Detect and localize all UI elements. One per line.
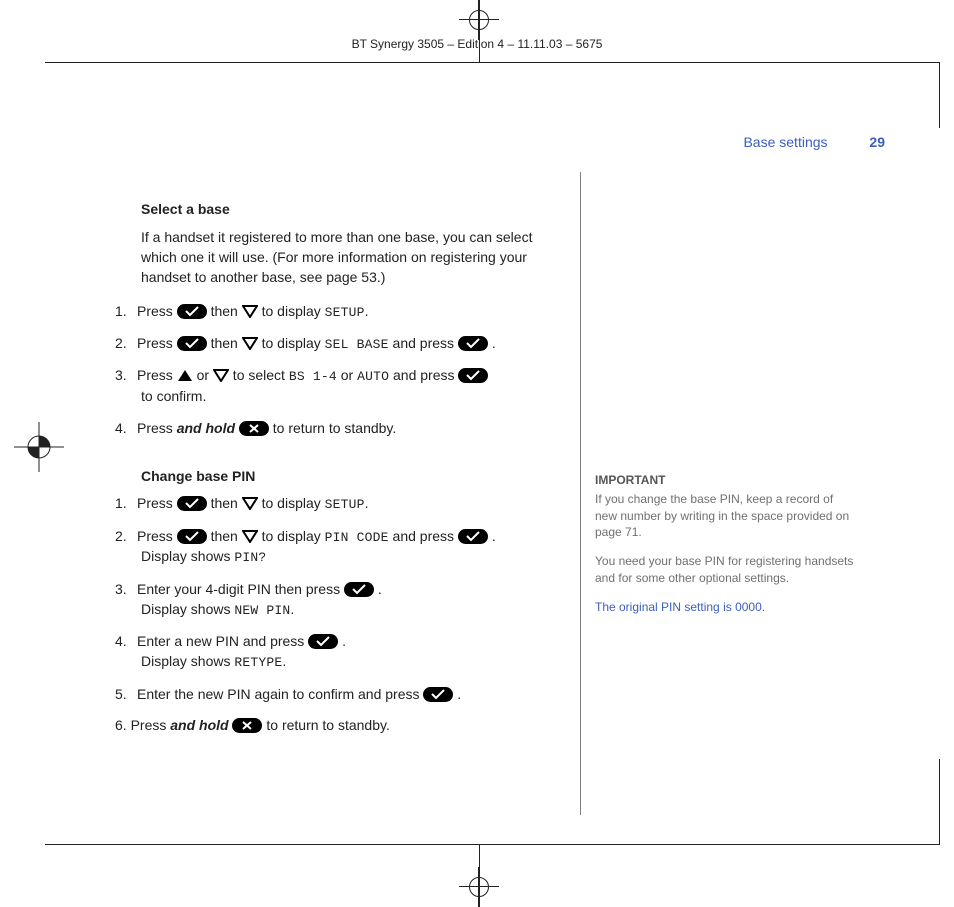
section-name: Base settings (743, 134, 827, 150)
intro-text: If a handset it registered to more than … (141, 228, 565, 288)
step: 3.Press or to select BS 1-4 or AUTO and … (115, 366, 565, 406)
ok-button-icon (308, 634, 338, 649)
step: 4.Press and hold to return to standby. (115, 419, 565, 439)
step: 2.Press then to display SEL BASE and pre… (115, 334, 565, 354)
registration-mark-icon (459, 0, 499, 40)
ok-button-icon (458, 368, 488, 383)
step: 2.Press then to display PIN CODE and pre… (115, 527, 565, 568)
down-arrow-icon (242, 336, 258, 349)
running-head: Base settings 29 (743, 134, 885, 150)
step: 1.Press then to display SETUP. (115, 494, 565, 514)
document-header: BT Synergy 3505 – Edition 4 – 11.11.03 –… (0, 37, 954, 51)
step: 4.Enter a new PIN and press .Display sho… (115, 632, 565, 672)
trim-line (939, 62, 940, 128)
down-arrow-icon (242, 304, 258, 317)
ok-button-icon (423, 687, 453, 702)
heading-change-pin: Change base PIN (141, 467, 565, 487)
sidebar-heading: IMPORTANT (595, 472, 855, 489)
heading-select-base: Select a base (141, 200, 565, 220)
ok-button-icon (458, 529, 488, 544)
ok-button-icon (177, 496, 207, 511)
down-arrow-icon (242, 529, 258, 542)
page-content: Base settings 29 Select a base If a hand… (45, 62, 939, 845)
step: 5.Enter the new PIN again to confirm and… (115, 685, 565, 705)
trim-line (939, 759, 940, 845)
registration-mark-icon (459, 867, 499, 907)
down-arrow-icon (242, 496, 258, 509)
cancel-button-icon (239, 421, 269, 436)
down-arrow-icon (213, 368, 229, 381)
step: 3.Enter your 4-digit PIN then press .Dis… (115, 580, 565, 620)
up-arrow-icon (177, 368, 193, 381)
ok-button-icon (177, 336, 207, 351)
main-column: Select a base If a handset it registered… (115, 182, 565, 748)
ok-button-icon (177, 529, 207, 544)
sidebar-pin-default: The original PIN setting is 0000. (595, 599, 855, 616)
ok-button-icon (344, 582, 374, 597)
column-divider (580, 172, 581, 815)
sidebar-note: IMPORTANT If you change the base PIN, ke… (595, 472, 855, 628)
sidebar-text: You need your base PIN for registering h… (595, 553, 855, 587)
page-number: 29 (869, 134, 885, 150)
step: 6. Press and hold to return to standby. (115, 716, 565, 736)
ok-button-icon (458, 336, 488, 351)
cancel-button-icon (232, 718, 262, 733)
ok-button-icon (177, 304, 207, 319)
sidebar-text: If you change the base PIN, keep a recor… (595, 491, 855, 541)
step: 1.Press then to display SETUP. (115, 302, 565, 322)
